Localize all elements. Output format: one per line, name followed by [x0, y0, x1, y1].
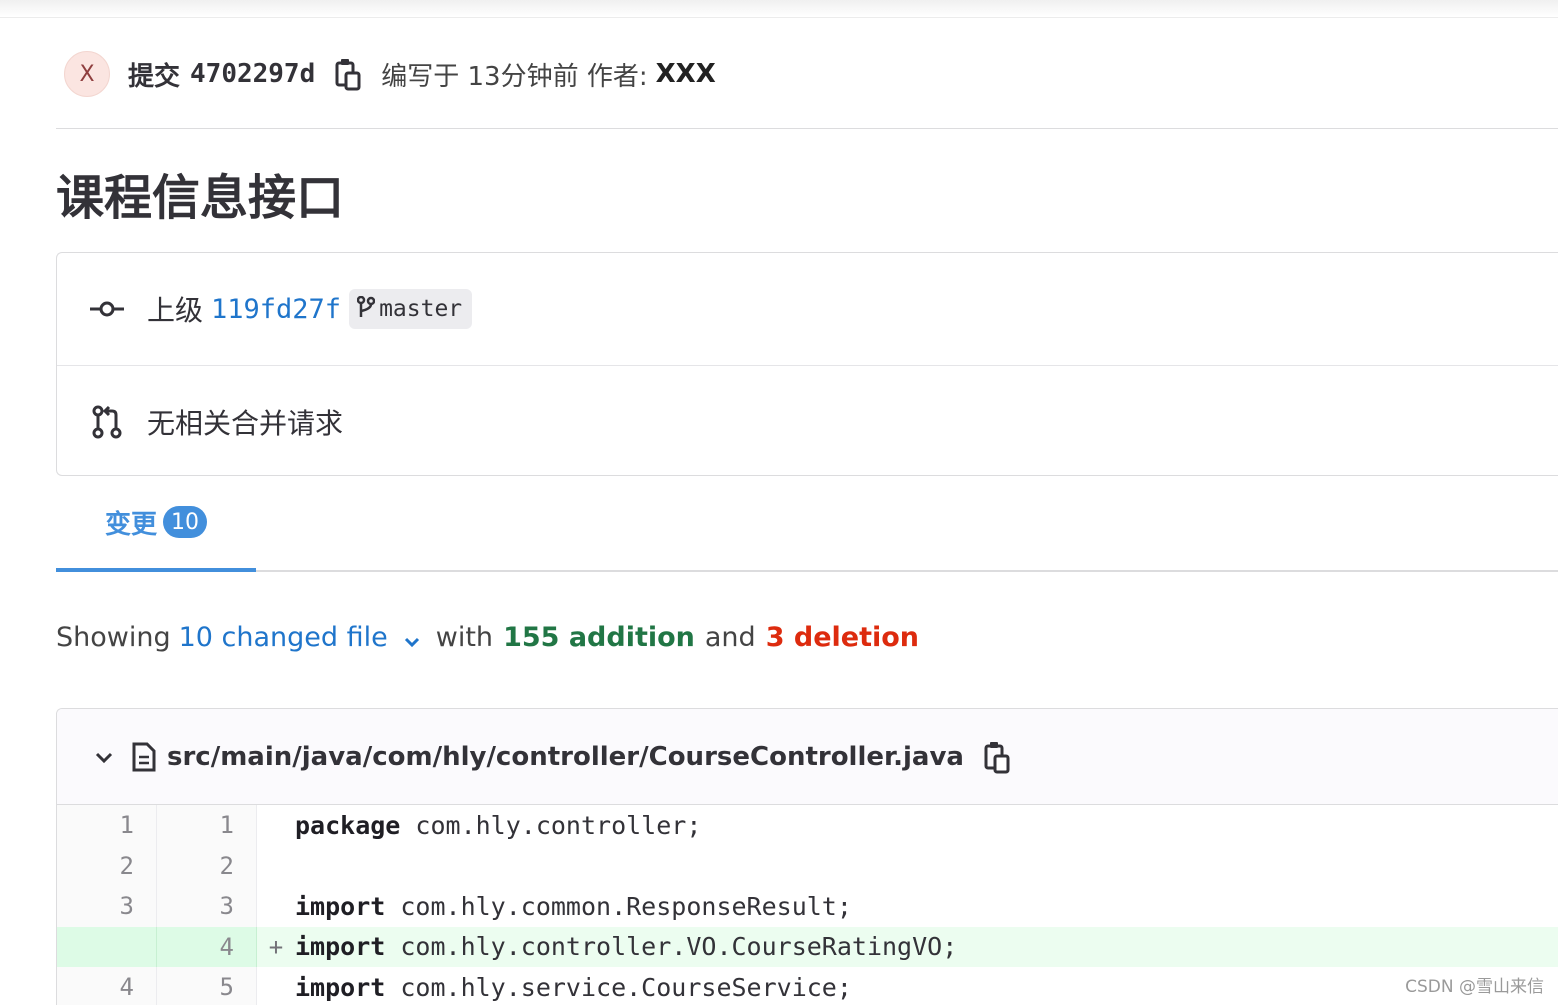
code-line: 1 1 package com.hly.controller;	[57, 805, 1558, 846]
new-line-number[interactable]: 1	[157, 805, 257, 846]
diff-summary: Showing 10 changed file with 155 additio…	[56, 622, 919, 653]
page-title: 课程信息接口	[56, 170, 345, 226]
commit-sha: 4702297d	[190, 59, 316, 89]
diff-file: src/main/java/com/hly/controller/CourseC…	[56, 708, 1558, 1005]
tab-changes-label: 变更	[104, 509, 157, 540]
old-line-number[interactable]	[57, 926, 157, 967]
code-line: 2 2	[57, 845, 1558, 886]
tab-bar: 变更 10	[56, 476, 1558, 572]
additions-count: 155 addition	[503, 622, 695, 653]
parent-sha-link[interactable]: 119fd27f	[211, 294, 341, 325]
changed-files-dropdown[interactable]: 10 changed file	[179, 622, 388, 653]
summary-with: with	[435, 622, 494, 653]
header-divider	[56, 128, 1558, 129]
code-text: com.hly.common.ResponseResult;	[385, 891, 852, 921]
new-line-number[interactable]: 2	[157, 845, 257, 886]
branch-icon	[356, 295, 376, 322]
code-keyword: import	[295, 891, 386, 921]
code-line: 4 5 import com.hly.service.CourseService…	[57, 967, 1558, 1005]
code-content: import com.hly.service.CourseService;	[295, 973, 852, 1002]
top-bar-shadow	[0, 0, 1558, 18]
deletions-count: 3 deletion	[765, 622, 920, 653]
code-text: com.hly.controller;	[400, 810, 702, 840]
code-keyword: package	[295, 810, 401, 840]
old-line-number[interactable]: 4	[57, 967, 157, 1005]
tab-changes-badge: 10	[163, 506, 207, 538]
old-line-number[interactable]: 3	[57, 886, 157, 927]
authored-time: 编写于 13分钟前 作者:	[381, 61, 648, 92]
watermark: CSDN @雪山来信	[1405, 977, 1544, 997]
diff-file-header[interactable]: src/main/java/com/hly/controller/CourseC…	[57, 709, 1558, 805]
diff-marker: +	[268, 932, 284, 961]
commit-icon	[89, 291, 125, 327]
code-content: package com.hly.controller;	[295, 811, 701, 840]
merge-request-text: 无相关合并请求	[147, 406, 344, 440]
parent-label: 上级	[147, 294, 204, 327]
author-link[interactable]: XXX	[656, 59, 716, 89]
parent-commit-row: 上级 119fd27f master	[57, 253, 1558, 365]
chevron-down-icon[interactable]	[402, 628, 422, 648]
code-text: com.hly.controller.VO.CourseRatingVO;	[385, 932, 958, 962]
commit-header: X 提交 4702297d 编写于 13分钟前 作者: XXX	[56, 34, 1558, 114]
code-line: 3 3 import com.hly.common.ResponseResult…	[57, 886, 1558, 927]
code-content: import com.hly.common.ResponseResult;	[295, 892, 852, 921]
copy-path-icon[interactable]	[984, 740, 1010, 774]
new-line-number[interactable]: 5	[157, 967, 257, 1005]
new-line-number[interactable]: 3	[157, 886, 257, 927]
old-line-number[interactable]: 1	[57, 805, 157, 846]
commit-label: 提交	[128, 61, 181, 92]
code-content: import com.hly.controller.VO.CourseRatin…	[295, 932, 957, 961]
tab-changes[interactable]: 变更 10	[56, 476, 256, 572]
avatar-initial: X	[79, 61, 95, 87]
code-line-added: 4 + import com.hly.controller.VO.CourseR…	[57, 926, 1558, 967]
avatar[interactable]: X	[64, 51, 110, 97]
copy-sha-icon[interactable]	[335, 57, 361, 91]
file-path-link[interactable]: src/main/java/com/hly/controller/CourseC…	[167, 742, 964, 772]
collapse-chevron-icon[interactable]	[93, 746, 115, 768]
code-text: com.hly.service.CourseService;	[385, 972, 852, 1002]
code-keyword: import	[295, 972, 386, 1002]
commit-info-box: 上级 119fd27f master 无相关合并请求	[56, 252, 1558, 476]
old-line-number[interactable]: 2	[57, 845, 157, 886]
merge-request-icon	[89, 404, 125, 440]
merge-request-row: 无相关合并请求	[57, 365, 1558, 477]
branch-name: master	[379, 296, 463, 322]
new-line-number[interactable]: 4	[157, 926, 257, 967]
summary-and: and	[704, 622, 756, 653]
code-keyword: import	[295, 932, 386, 962]
branch-badge[interactable]: master	[349, 289, 473, 329]
file-icon	[131, 742, 157, 772]
summary-prefix: Showing	[56, 622, 171, 653]
